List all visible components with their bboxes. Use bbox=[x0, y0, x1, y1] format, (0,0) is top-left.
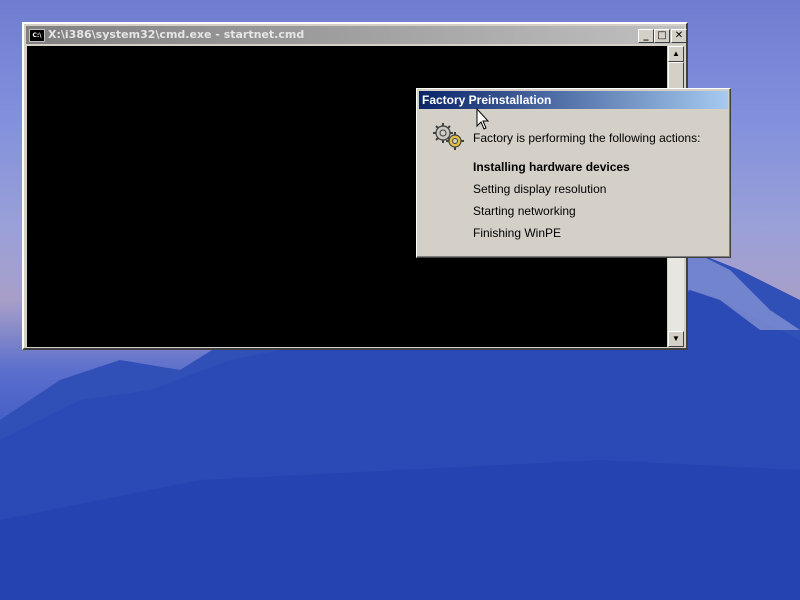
scroll-down-button[interactable]: ▼ bbox=[668, 331, 684, 347]
action-item: Starting networking bbox=[473, 204, 576, 218]
close-button[interactable]: ✕ bbox=[671, 29, 687, 43]
maximize-button[interactable]: □ bbox=[654, 29, 670, 43]
dialog-intro-text: Factory is performing the following acti… bbox=[473, 131, 701, 145]
action-item: Setting display resolution bbox=[473, 182, 607, 196]
gears-icon bbox=[433, 123, 464, 150]
mouse-cursor-icon bbox=[476, 108, 490, 130]
action-item-active: Installing hardware devices bbox=[473, 160, 630, 174]
scroll-up-button[interactable]: ▲ bbox=[668, 46, 684, 62]
dialog-title: Factory Preinstallation bbox=[419, 91, 728, 109]
factory-dialog[interactable]: Factory Preinstallation Factory is perfo… bbox=[416, 88, 731, 258]
cmd-window-title: X:\i386\system32\cmd.exe - startnet.cmd bbox=[48, 28, 305, 41]
action-item: Finishing WinPE bbox=[473, 226, 562, 240]
minimize-button[interactable]: _ bbox=[638, 29, 654, 43]
cmd-title-bar[interactable]: C:\ X:\i386\system32\cmd.exe - startnet.… bbox=[26, 26, 687, 44]
cmd-app-icon: C:\ bbox=[29, 29, 45, 42]
